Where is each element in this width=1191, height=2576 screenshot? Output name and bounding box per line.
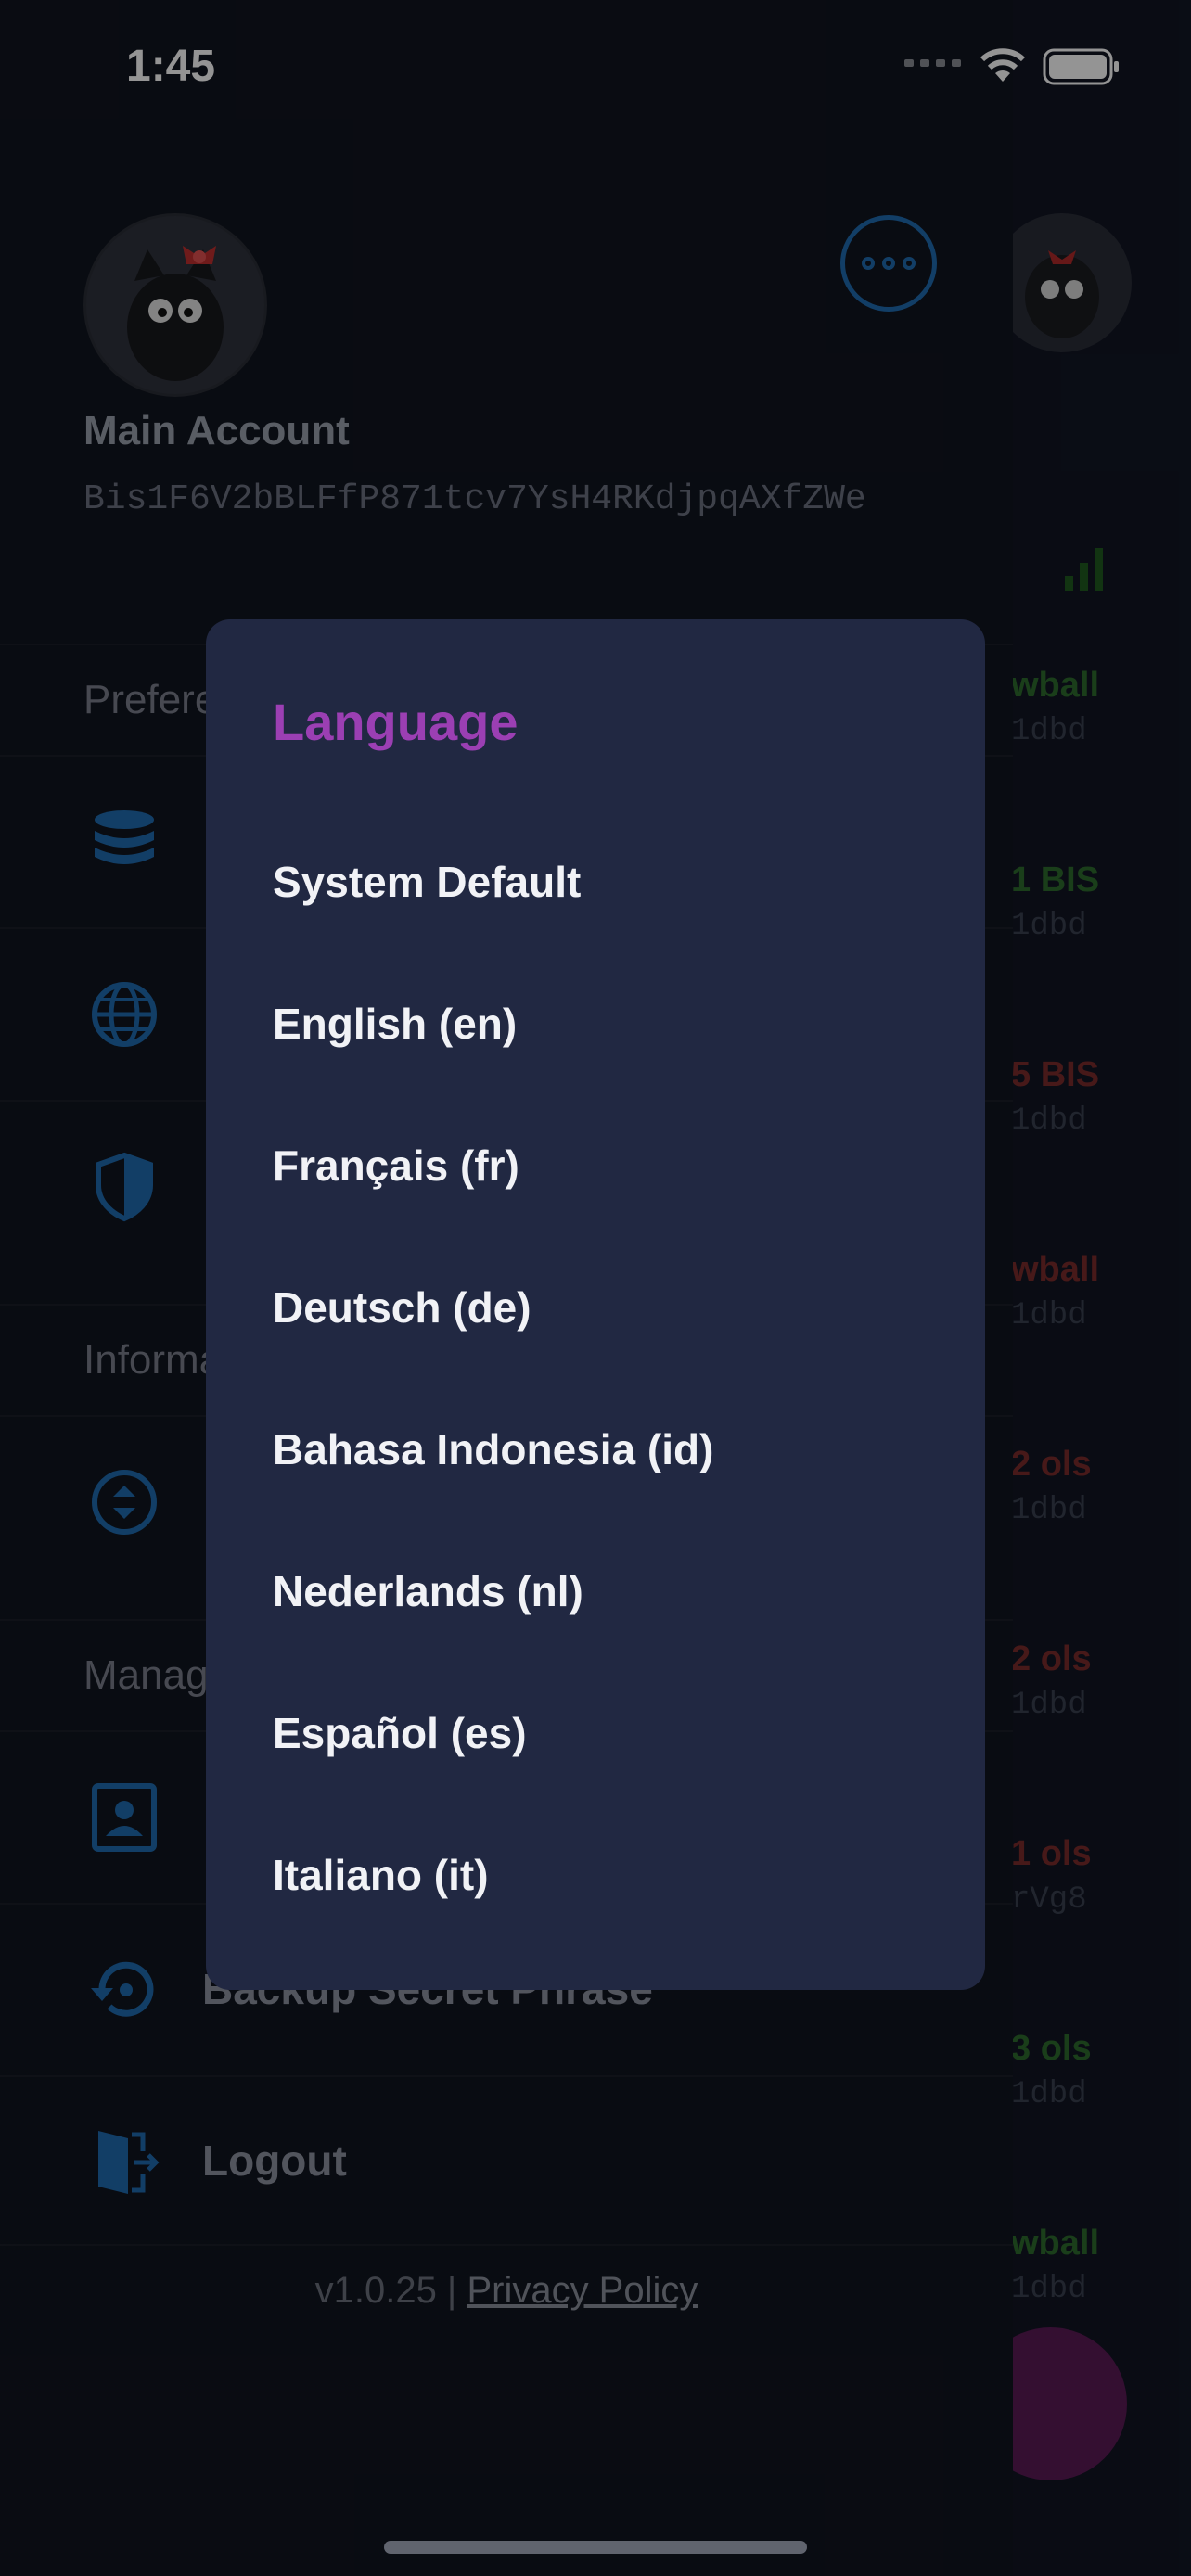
- language-dialog: Language System Default English (en) Fra…: [206, 619, 985, 1990]
- language-option-german[interactable]: Deutsch (de): [273, 1282, 531, 1333]
- language-option-english[interactable]: English (en): [273, 999, 517, 1049]
- language-option-dutch[interactable]: Nederlands (nl): [273, 1566, 583, 1616]
- language-option-french[interactable]: Français (fr): [273, 1141, 519, 1191]
- language-option-system-default[interactable]: System Default: [273, 857, 581, 907]
- language-option-indonesian[interactable]: Bahasa Indonesia (id): [273, 1424, 713, 1474]
- language-option-spanish[interactable]: Español (es): [273, 1708, 527, 1758]
- dialog-title: Language: [273, 693, 519, 751]
- home-indicator: [384, 2541, 807, 2554]
- language-option-italian[interactable]: Italiano (it): [273, 1850, 489, 1900]
